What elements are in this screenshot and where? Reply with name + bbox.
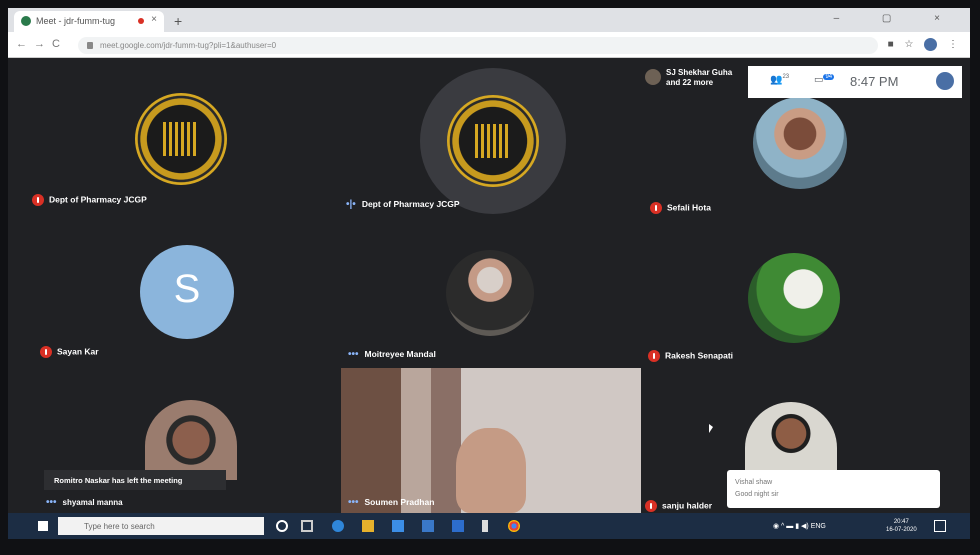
app-icon[interactable] (482, 520, 488, 532)
cortana-icon[interactable] (276, 520, 288, 532)
window-controls[interactable]: – ▢ × (834, 13, 960, 24)
chat-message: Good night sir (735, 491, 779, 498)
browser-tab-bar: Meet - jdr-fumm-tug × + – ▢ × (8, 8, 970, 32)
mic-off-icon (648, 350, 660, 362)
participant-name: •|• Dept of Pharmacy JCGP (346, 199, 460, 210)
participants-icon[interactable]: 👥23 (770, 74, 789, 85)
taskbar-clock[interactable]: 20:47 16-07-2020 (886, 518, 917, 534)
reload-button[interactable]: C (52, 38, 60, 50)
chat-sender: Vishal shaw (735, 479, 773, 486)
taskbar-search-input[interactable]: Type here to search (58, 517, 264, 535)
mic-off-icon (645, 500, 657, 512)
initial-avatar: S (140, 245, 234, 339)
address-bar: ← → C meet.google.com/jdr-fumm-tug?pli=1… (8, 32, 970, 58)
participant-name: Sayan Kar (40, 346, 99, 358)
star-icon[interactable]: ☆ (904, 39, 913, 50)
mic-off-icon (40, 346, 52, 358)
more-options-icon[interactable]: ••• (46, 497, 57, 508)
more-options-icon[interactable]: ••• (348, 497, 359, 508)
url-field[interactable]: meet.google.com/jdr-fumm-tug?pli=1&authu… (78, 37, 878, 54)
participant-photo (753, 97, 847, 189)
store-icon[interactable] (392, 520, 404, 532)
college-logo-icon (135, 93, 227, 185)
participant-photo (446, 250, 534, 336)
meeting-clock: 8:47 PM (850, 74, 899, 89)
new-tab-button[interactable]: + (174, 13, 182, 29)
participant-name: ••• shyamal manna (46, 497, 123, 508)
dropbox-icon[interactable] (452, 520, 464, 532)
meet-favicon-icon (21, 16, 31, 26)
forward-button[interactable]: → (34, 38, 45, 50)
chrome-icon[interactable] (508, 520, 520, 532)
notifications-icon[interactable] (934, 520, 946, 532)
back-button[interactable]: ← (16, 38, 27, 50)
tab-close-icon[interactable]: × (151, 14, 157, 25)
task-view-icon[interactable] (301, 520, 313, 532)
browser-tab[interactable]: Meet - jdr-fumm-tug × (14, 11, 164, 32)
participant-name: Sefali Hota (650, 202, 711, 214)
windows-start-icon[interactable] (38, 521, 48, 531)
profile-avatar[interactable] (924, 38, 938, 51)
edge-icon[interactable] (332, 520, 344, 532)
college-logo-icon (447, 95, 539, 187)
browser-toolbar-icons: ■ ☆ ⋮ (888, 38, 958, 51)
chat-notification[interactable]: Vishal shaw Good night sir (727, 470, 940, 508)
participant-name: ••• Moitreyee Mandal (348, 349, 436, 360)
user-avatar[interactable] (936, 72, 954, 90)
meet-top-bar: 👥23 ▭ 94 8:47 PM (748, 66, 962, 98)
screen: Meet - jdr-fumm-tug × + – ▢ × ← → C meet… (0, 0, 980, 555)
mouse-cursor-icon (709, 424, 713, 433)
participant-face (456, 428, 526, 513)
mail-icon[interactable] (422, 520, 434, 532)
recording-dot-icon (138, 18, 144, 24)
left-meeting-toast: Romitro Naskar has left the meeting (44, 470, 226, 490)
tab-title: Meet - jdr-fumm-tug (36, 16, 116, 26)
presenter-avatar (645, 69, 661, 85)
participant-name: Rakesh Senapati (648, 350, 733, 362)
more-options-icon[interactable]: ••• (348, 349, 359, 360)
url-text: meet.google.com/jdr-fumm-tug?pli=1&authu… (100, 41, 277, 50)
chat-icon[interactable]: ▭ 94 (814, 74, 835, 85)
participant-photo (748, 253, 840, 343)
menu-icon[interactable]: ⋮ (948, 39, 958, 50)
mic-off-icon (32, 194, 44, 206)
lock-icon (87, 42, 93, 49)
presenter-info: SJ Shekhar Guha and 22 more (645, 68, 732, 88)
file-explorer-icon[interactable] (362, 520, 374, 532)
camera-icon[interactable]: ■ (888, 39, 894, 50)
mic-off-icon (650, 202, 662, 214)
windows-taskbar: Type here to search ◉ ^ ▬ ▮ ◀) ENG 20:47… (8, 513, 970, 539)
video-feed (341, 368, 641, 513)
participant-name: sanju halder (645, 500, 712, 512)
audio-level-icon: •|• (346, 199, 356, 210)
participant-name: ••• Soumen Pradhan (348, 497, 435, 508)
system-tray: ◉ ^ ▬ ▮ ◀) ENG (773, 523, 826, 530)
participant-name: Dept of Pharmacy JCGP (32, 194, 147, 206)
